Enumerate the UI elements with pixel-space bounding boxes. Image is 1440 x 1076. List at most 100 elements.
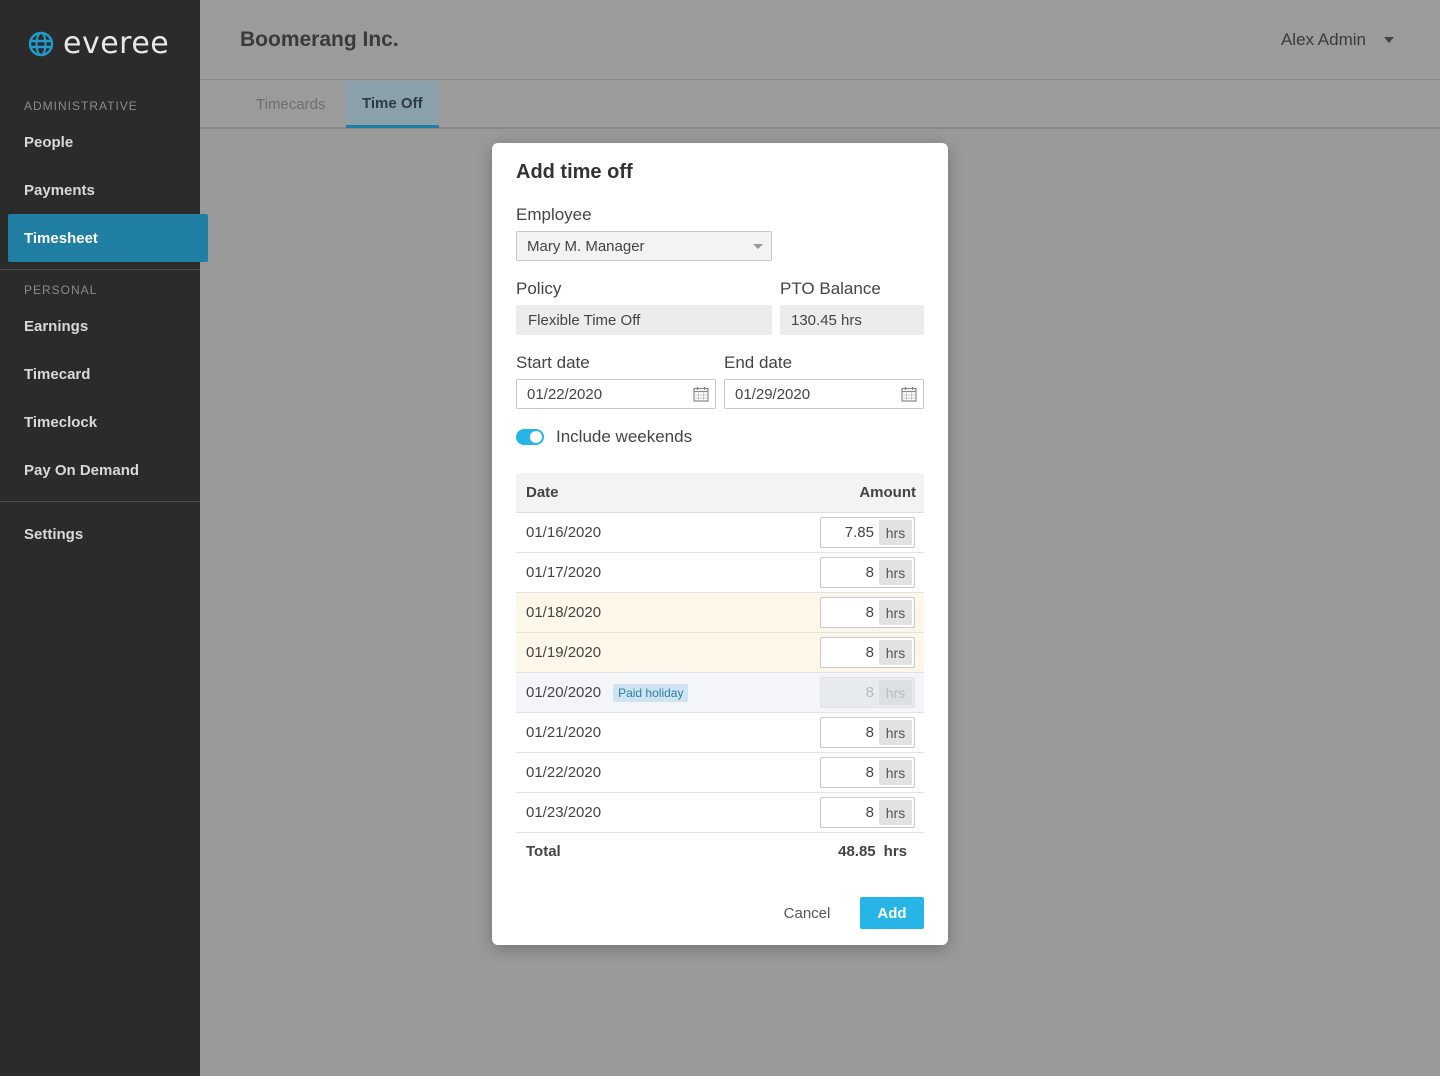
sidebar-item-pay-on-demand[interactable]: Pay On Demand [0,446,200,494]
table-row-weekend: 01/19/2020 8 hrs [516,633,924,673]
table-header: Date Amount [516,473,924,513]
row-date: 01/18/2020 [526,604,602,621]
sidebar-item-label: Timecard [24,365,91,383]
add-time-off-modal: Add time off Employee Mary M. Manager Po… [492,143,948,945]
calendar-icon[interactable] [693,386,709,402]
paid-holiday-badge: Paid holiday [613,683,689,702]
amount-value: 7.85 [844,524,874,541]
amount-input[interactable]: 8 hrs [820,557,915,588]
amount-unit: hrs [879,760,912,785]
logo[interactable]: everee [27,26,169,61]
tab-label: Time Off [362,94,423,112]
amount-value: 8 [865,724,874,741]
start-date-value: 01/22/2020 [527,385,603,403]
user-menu[interactable]: Alex Admin [1281,30,1394,50]
globe-logo-icon [28,31,54,56]
sidebar-item-timecard[interactable]: Timecard [0,350,200,398]
sidebar-item-label: Payments [24,181,95,199]
amount-value: 8 [865,804,874,821]
amount-value: 8 [865,764,874,781]
table-row: 01/16/2020 7.85 hrs [516,513,924,553]
sidebar-item-label: Earnings [24,317,89,335]
column-amount: Amount [859,484,916,501]
amount-unit: hrs [879,520,912,545]
row-date-group: 01/20/2020 Paid holiday [526,683,689,702]
employee-select[interactable]: Mary M. Manager [516,231,772,261]
amount-unit: hrs [879,560,912,585]
row-date: 01/23/2020 [526,804,602,821]
include-weekends-label: Include weekends [556,427,693,446]
row-date: 01/19/2020 [526,644,602,661]
amount-value: 8 [865,564,874,581]
row-date: 01/21/2020 [526,724,602,741]
amount-unit: hrs [879,720,912,745]
end-date-label: End date [724,353,793,372]
user-name: Alex Admin [1280,30,1366,49]
sidebar-item-settings[interactable]: Settings [0,510,200,558]
total-unit: hrs [883,842,907,860]
company-name: Boomerang Inc. [240,28,399,51]
total-value: 48.85 [838,842,876,860]
chevron-down-icon [1384,37,1394,43]
row-date: 01/17/2020 [526,564,602,581]
total-amount: 48.85 hrs [838,843,907,860]
calendar-icon[interactable] [901,386,917,402]
pto-balance-label: PTO Balance [780,279,881,298]
sidebar-item-payments[interactable]: Payments [0,166,200,214]
time-off-table: Date Amount 01/16/2020 7.85 hrs 01/17/202… [516,473,924,869]
amount-input[interactable]: 8 hrs [820,757,915,788]
amount-unit: hrs [879,640,912,665]
amount-unit: hrs [879,600,912,625]
sidebar-item-label: Timeclock [24,413,98,431]
chevron-down-icon [753,244,763,249]
add-button[interactable]: Add [860,897,924,929]
amount-value: 8 [865,644,874,661]
table-row: 01/17/2020 8 hrs [516,553,924,593]
table-row: 01/21/2020 8 hrs [516,713,924,753]
policy-label: Policy [516,279,562,298]
amount-input[interactable]: 7.85 hrs [820,517,915,548]
sidebar-item-earnings[interactable]: Earnings [0,302,200,350]
sidebar-item-people[interactable]: People [0,118,200,166]
row-date: 01/16/2020 [526,524,602,541]
section-personal: PERSONAL [24,283,98,297]
start-date-input[interactable]: 01/22/2020 [516,379,716,409]
amount-unit: hrs [879,680,912,705]
amount-input[interactable]: 8 hrs [820,637,915,668]
include-weekends-toggle[interactable] [516,429,544,445]
amount-input[interactable]: 8 hrs [820,717,915,748]
policy-field: Flexible Time Off [516,305,772,335]
pto-balance-field: 130.45 hrs [780,305,924,335]
employee-value: Mary M. Manager [527,237,645,255]
total-label: Total [526,842,561,860]
section-administrative: ADMINISTRATIVE [24,99,138,113]
cancel-button[interactable]: Cancel [774,897,840,929]
row-date: 01/22/2020 [526,764,602,781]
tab-label: Timecards [256,96,326,113]
divider [0,501,200,502]
brand-name: everee [63,26,170,61]
sidebar: everee ADMINISTRATIVE People Payments Ti… [0,0,208,1076]
modal-title: Add time off [516,161,633,183]
amount-input[interactable]: 8 hrs [820,797,915,828]
column-date: Date [526,484,559,501]
top-header: Boomerang Inc. Alex Admin [200,0,1440,80]
divider [0,269,200,270]
amount-unit: hrs [879,800,912,825]
tab-time-off[interactable]: Time Off [346,81,439,128]
amount-input[interactable]: 8 hrs [820,597,915,628]
sidebar-item-label: People [24,133,74,151]
tab-timecards[interactable]: Timecards [240,81,341,128]
sidebar-item-timeclock[interactable]: Timeclock [0,398,200,446]
sidebar-item-label: Timesheet [24,229,98,247]
end-date-value: 01/29/2020 [735,385,811,403]
sidebar-item-label: Settings [24,525,84,543]
sidebar-item-timesheet[interactable]: Timesheet [8,214,208,262]
table-row: 01/23/2020 8 hrs [516,793,924,833]
amount-value: 8 [865,684,874,701]
start-date-label: Start date [516,353,590,372]
end-date-input[interactable]: 01/29/2020 [724,379,924,409]
employee-label: Employee [516,205,592,224]
row-date: 01/20/2020 [526,684,602,701]
table-row-weekend: 01/18/2020 8 hrs [516,593,924,633]
